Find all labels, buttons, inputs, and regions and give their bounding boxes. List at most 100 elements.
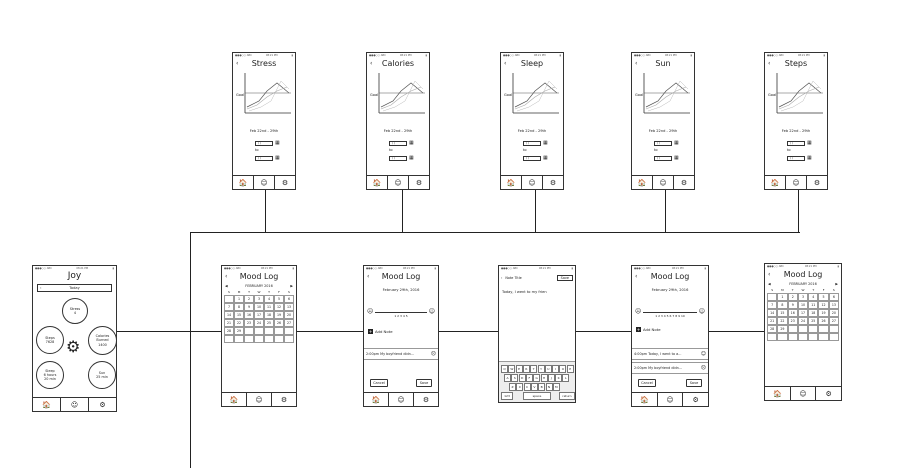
key[interactable]: J [547, 374, 555, 382]
calendar-icon[interactable]: ▦ [409, 155, 414, 161]
next-month-icon[interactable]: ▶ [290, 284, 293, 288]
today-bar[interactable]: ‹ Today [37, 284, 112, 292]
back-icon[interactable]: ‹ [635, 273, 637, 280]
key[interactable]: O [559, 365, 567, 373]
back-icon[interactable]: ‹ [768, 60, 770, 67]
calendar-day[interactable]: 4 [264, 295, 274, 303]
calendar-icon[interactable]: ▦ [674, 140, 679, 146]
key[interactable]: T [530, 365, 538, 373]
start-date-input[interactable]: / / [255, 140, 273, 146]
back-icon[interactable]: ‹ [501, 276, 502, 280]
calendar-icon[interactable]: ▦ [275, 155, 280, 161]
calendar-day[interactable]: 28 [767, 325, 778, 333]
calendar-day[interactable]: 9 [787, 301, 798, 309]
calendar-day[interactable]: 2 [787, 293, 798, 301]
calendar-day[interactable]: 21 [767, 317, 778, 325]
calendar-day[interactable]: 15 [777, 309, 788, 317]
calendar-day[interactable]: 29 [777, 325, 788, 333]
key[interactable]: M [552, 383, 560, 391]
calendar-day[interactable]: 22 [777, 317, 788, 325]
key[interactable]: A [504, 374, 511, 382]
calendar-day[interactable]: 3 [797, 293, 809, 301]
calendar-day[interactable]: 17 [254, 311, 264, 319]
settings-icon[interactable]: ⚙ [272, 393, 296, 406]
calendar-day[interactable]: 13 [828, 301, 839, 309]
cancel-button[interactable]: Cancel [638, 379, 656, 387]
calendar-day[interactable]: 1 [234, 295, 244, 303]
home-icon[interactable]: 🏠 [367, 176, 388, 189]
calendar-day[interactable]: 26 [818, 317, 829, 325]
mood-icon[interactable]: ☺ [389, 393, 414, 406]
calendar-day[interactable]: 19 [818, 309, 829, 317]
calendar-icon[interactable]: ▦ [807, 140, 812, 146]
end-date-input[interactable]: / / [654, 155, 672, 161]
settings-icon[interactable]: ⚙ [409, 176, 429, 189]
mood-icon[interactable]: ☺ [658, 393, 684, 406]
settings-icon[interactable]: ⚙ [683, 393, 708, 406]
log-entry[interactable]: 2:00pm My boyfriend didn... ☹ [364, 348, 438, 360]
calendar-day[interactable]: 24 [254, 319, 264, 327]
calendar-day[interactable]: 11 [808, 301, 819, 309]
calendar-day[interactable]: 13 [284, 303, 294, 311]
key[interactable]: B [538, 383, 546, 391]
calendar-day[interactable]: 10 [797, 301, 809, 309]
calendar-day[interactable]: 18 [264, 311, 274, 319]
mood-icon[interactable]: ☺ [791, 387, 817, 400]
calendar-icon[interactable]: ▦ [543, 140, 548, 146]
calendar-day[interactable]: 17 [797, 309, 809, 317]
calendar-day[interactable]: 3 [254, 295, 264, 303]
sleep-circle[interactable]: Sleep 6 hours 20 min [36, 361, 64, 389]
calendar-day[interactable]: 4 [808, 293, 819, 301]
note-title[interactable]: Note Title [505, 276, 553, 280]
calendar-day[interactable]: 14 [224, 311, 234, 319]
calendar-day[interactable]: 21 [224, 319, 234, 327]
calendar-day[interactable]: 20 [828, 309, 839, 317]
calendar-day[interactable]: 5 [274, 295, 284, 303]
note-save-button[interactable]: Save [556, 274, 573, 281]
end-date-input[interactable]: / / [523, 155, 541, 161]
calendar-day[interactable]: 20 [284, 311, 294, 319]
mood-icon[interactable]: ☺ [653, 176, 674, 189]
home-icon[interactable]: 🏠 [501, 176, 522, 189]
key[interactable]: D [518, 374, 526, 382]
key[interactable]: U [544, 365, 552, 373]
key[interactable]: C [523, 383, 531, 391]
note-text[interactable]: Today, I went to my frien [502, 290, 547, 294]
settings-icon[interactable]: ⚙ [674, 176, 694, 189]
calendar-day[interactable]: 8 [234, 303, 244, 311]
cancel-button[interactable]: Cancel [370, 379, 388, 387]
calendar-day[interactable]: 26 [274, 319, 284, 327]
mood-icon[interactable]: ☺ [388, 176, 409, 189]
back-icon[interactable]: ‹ [225, 273, 227, 280]
calendar-day[interactable]: 25 [264, 319, 274, 327]
add-note-button[interactable]: + Add Note [636, 327, 661, 332]
add-note-button[interactable]: + Add Note [368, 329, 393, 334]
next-month-icon[interactable]: ▶ [835, 282, 838, 286]
calendar-icon[interactable]: ▦ [275, 140, 280, 146]
calendar-icon[interactable]: ▦ [674, 155, 679, 161]
key[interactable]: F [525, 374, 533, 382]
start-date-input[interactable]: / / [787, 140, 805, 146]
space-key[interactable]: space [523, 392, 551, 400]
home-icon[interactable]: 🏠 [222, 393, 247, 406]
calendar-day[interactable]: 14 [767, 309, 778, 317]
prev-month-icon[interactable]: ◀ [225, 284, 228, 288]
stress-circle[interactable]: Stress 4 [62, 298, 88, 324]
home-icon[interactable]: 🏠 [33, 398, 61, 411]
calendar-day[interactable]: 11 [264, 303, 274, 311]
calendar-day[interactable]: 15 [234, 311, 244, 319]
calendar-day[interactable]: 25 [808, 317, 819, 325]
key[interactable]: S [511, 374, 519, 382]
calendar-day[interactable]: 1 [777, 293, 788, 301]
log-entry-2[interactable]: 2:00pm My boyfriend didn... ☹ [632, 362, 708, 374]
calendar-day[interactable]: 12 [274, 303, 284, 311]
calendar-day[interactable]: 16 [244, 311, 254, 319]
back-icon[interactable]: ‹ [504, 60, 506, 67]
calendar-day[interactable]: 10 [254, 303, 264, 311]
mood-slider-2[interactable]: ☹ ☺ 1 2 3 4 5 6 7 8 9 10 [635, 308, 705, 318]
back-icon[interactable]: ‹ [236, 60, 238, 67]
calendar-day[interactable]: 28 [224, 327, 234, 335]
key[interactable]: H [540, 374, 548, 382]
calendar-day[interactable]: 29 [234, 327, 244, 335]
home-icon[interactable]: 🏠 [364, 393, 389, 406]
